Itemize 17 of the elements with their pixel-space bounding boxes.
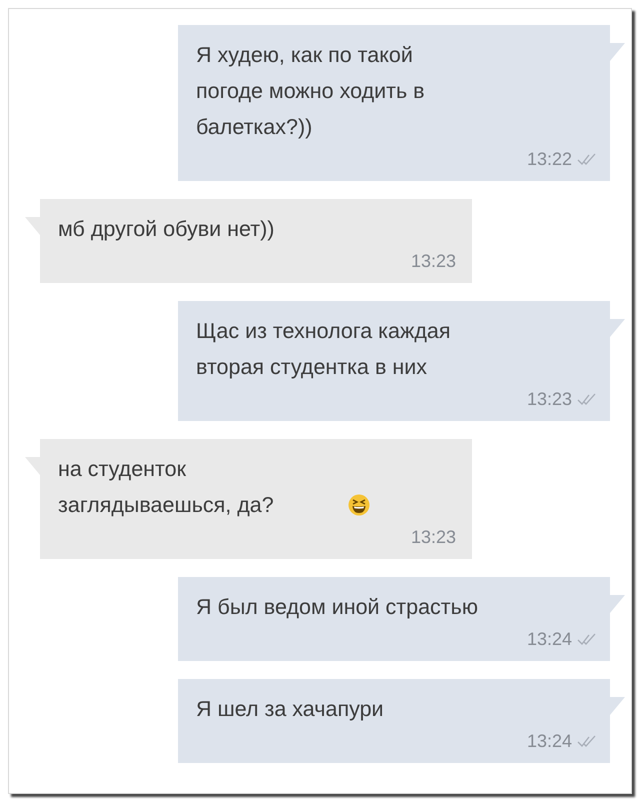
message-time: 13:23	[526, 388, 572, 411]
message-time: 13:23	[410, 250, 456, 273]
message-text: мб другой обуви нет))	[58, 216, 274, 243]
message-text: Я худею, как по такой погоде можно ходить в балетках?))	[196, 42, 426, 141]
message-time: 13:23	[410, 526, 456, 549]
message-time: 13:22	[526, 148, 572, 171]
message-text: Я шел за хачапури	[196, 696, 384, 723]
double-check-icon	[576, 152, 598, 166]
message-time: 13:24	[526, 730, 572, 753]
message-text: Щас из технолога каждая вторая студентка в них	[196, 318, 452, 381]
laughing-face-icon	[348, 494, 370, 516]
message-text: Я был ведом иной страстью	[196, 594, 478, 621]
double-check-icon	[576, 632, 598, 646]
double-check-icon	[576, 392, 598, 406]
message-text: на студенток заглядываешься, да?	[58, 456, 275, 519]
message-time: 13:24	[526, 628, 572, 651]
double-check-icon	[576, 734, 598, 748]
